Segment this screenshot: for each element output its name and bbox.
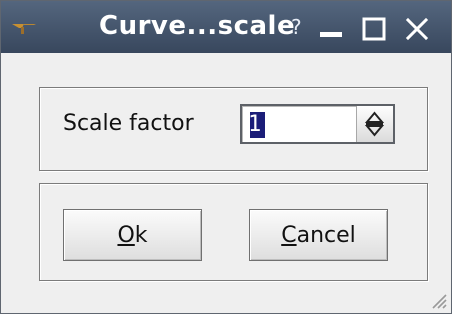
scale-dialog-window: Curve...scale ? Scale factor 1 O k C anc… [0, 0, 452, 314]
ok-button[interactable]: Ok [63, 209, 202, 261]
ok-label-rest: k [134, 222, 148, 248]
help-icon[interactable]: ? [291, 15, 302, 39]
scale-factor-input[interactable] [248, 110, 352, 138]
ok-mnemonic: O [117, 222, 135, 248]
scale-factor-spinbox[interactable] [240, 104, 395, 144]
window-title: Curve...scale [99, 11, 296, 41]
spin-arrows-icon[interactable] [356, 106, 393, 142]
cancel-mnemonic: C [281, 222, 297, 248]
cancel-button[interactable]: Cancel [249, 209, 388, 261]
scale-factor-label: Scale factor [63, 111, 194, 136]
title-bar[interactable]: Curve...scale ? [1, 1, 451, 53]
maximize-icon[interactable] [360, 15, 388, 43]
cancel-label-rest: ancel [296, 222, 356, 248]
app-icon [11, 21, 37, 35]
minimize-icon[interactable] [317, 15, 345, 43]
close-icon[interactable] [403, 15, 431, 43]
resize-grip-icon[interactable] [427, 289, 447, 309]
